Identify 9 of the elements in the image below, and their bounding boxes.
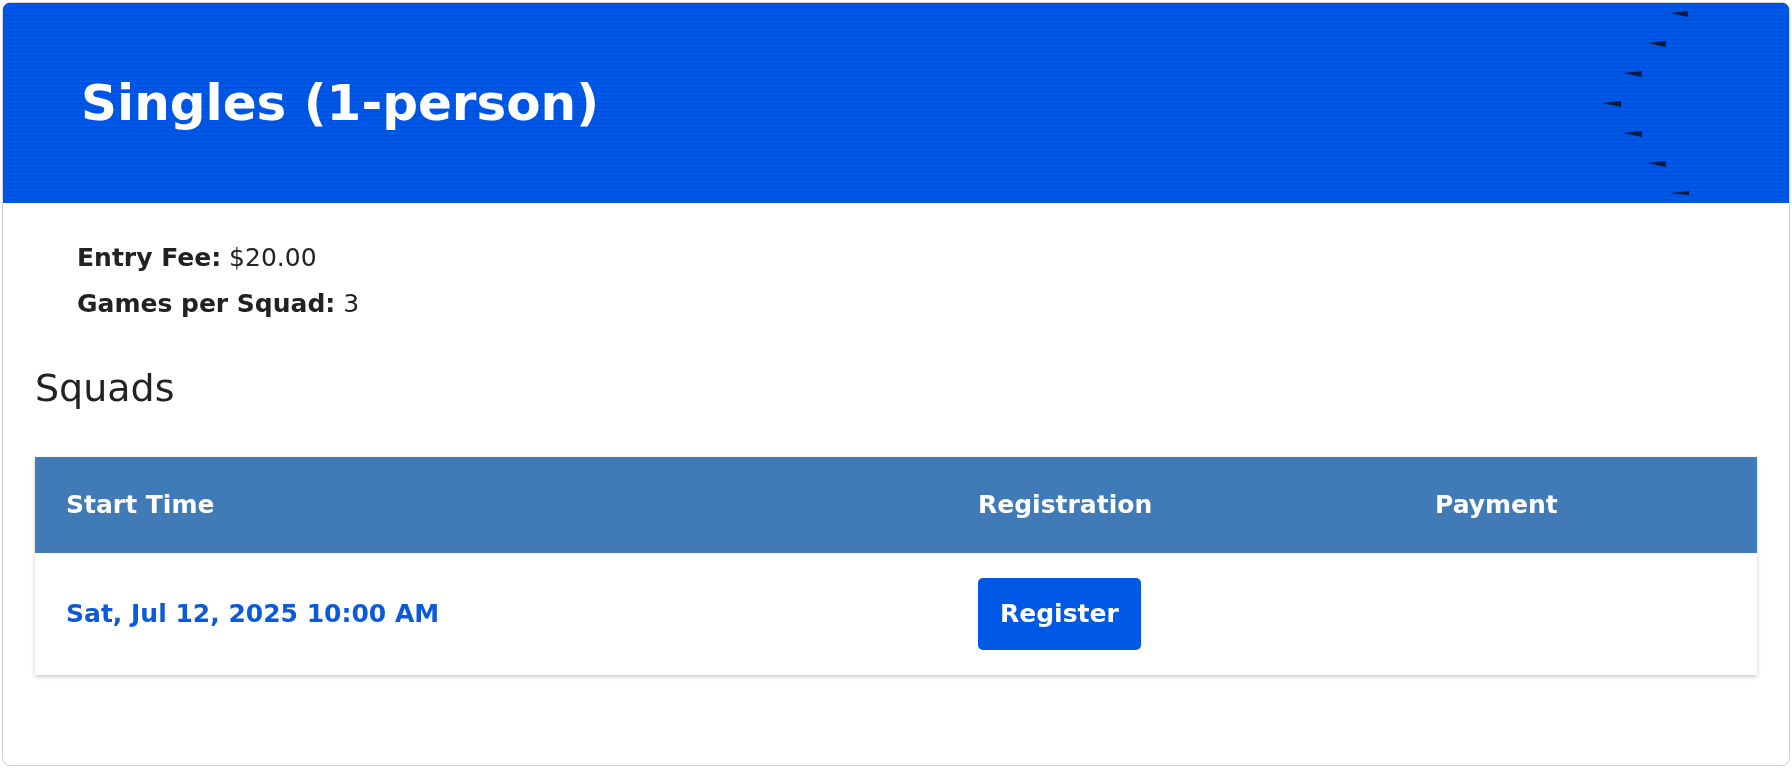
start-time-link[interactable]: Sat, Jul 12, 2025 10:00 AM — [66, 595, 440, 633]
detail-line: Games per Squad: 3 — [77, 287, 361, 320]
register-button[interactable]: Register — [978, 578, 1141, 650]
detail-line: Entry Fee: $20.00 — [77, 242, 318, 274]
column-header: Payment — [1435, 489, 1558, 522]
column-header: Start Time — [66, 489, 215, 522]
section-heading: Squads — [35, 365, 176, 412]
column-header: Registration — [978, 489, 1153, 522]
page-title: Singles (1-person) — [81, 78, 600, 128]
